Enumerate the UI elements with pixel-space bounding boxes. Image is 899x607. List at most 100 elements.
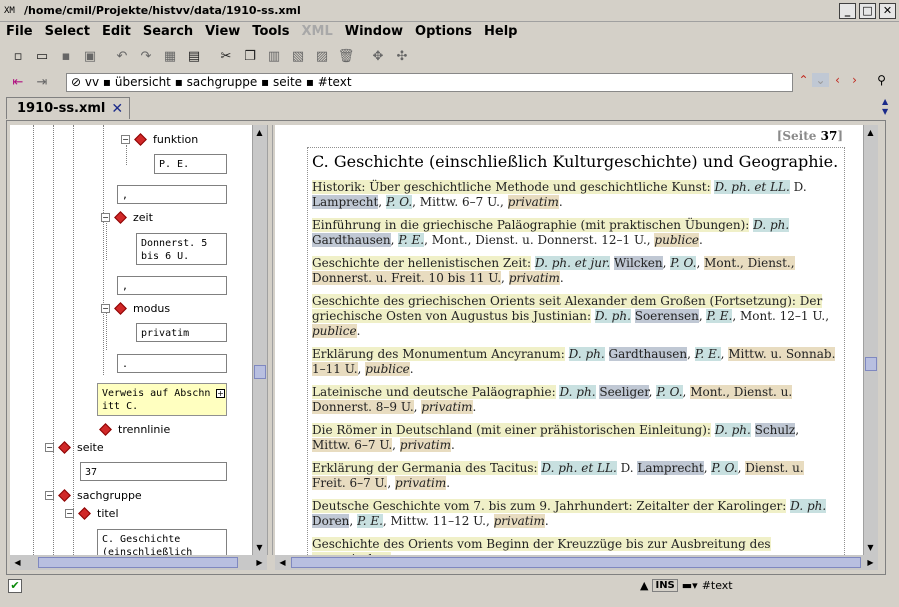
course-entry[interactable]: Einführung in die griechische Paläograph… — [312, 218, 840, 248]
tree-vertical-scrollbar[interactable]: ▲ ▼ — [252, 125, 267, 555]
validate-icon[interactable]: ▦ — [160, 47, 180, 67]
text-node-titel[interactable]: C. Geschichte (einschließlich — [97, 529, 227, 555]
course-entry[interactable]: Geschichte des Orients vom Beginn der Kr… — [312, 537, 840, 555]
pane-splitter[interactable] — [267, 125, 273, 555]
paste-after-icon[interactable]: ▨ — [312, 47, 332, 67]
path-navigation: ⌃ ⌄ ‹ › ⚲ — [795, 73, 890, 87]
scroll-right-icon[interactable]: ▶ — [253, 556, 266, 569]
text-node-zeit[interactable]: Donnerst. 5 bis 6 U. — [136, 233, 227, 265]
cut-icon[interactable]: ✂ — [216, 47, 236, 67]
tree-horizontal-scrollbar[interactable]: ◀ ▶ — [10, 555, 267, 570]
course-entry[interactable]: Die Römer in Deutschland (mit einer präh… — [312, 423, 840, 453]
text-node-funktion[interactable]: P. E. — [154, 154, 227, 174]
collapse-icon[interactable]: − — [121, 135, 130, 144]
menu-search[interactable]: Search — [137, 24, 199, 39]
nav-right-icon[interactable]: › — [846, 73, 863, 87]
course-entry[interactable]: Erklärung der Germania des Tacitus: D. p… — [312, 461, 840, 491]
text-node-period[interactable]: . — [117, 354, 227, 373]
expand-icon[interactable]: + — [216, 389, 225, 398]
collapse-icon[interactable]: − — [45, 491, 54, 500]
save-all-icon[interactable]: ▣ — [80, 47, 100, 67]
text-node-comma[interactable]: , — [117, 185, 227, 204]
delete-icon[interactable]: 🗑 — [336, 47, 356, 67]
document-horizontal-scrollbar[interactable]: ◀ ▶ — [275, 555, 878, 570]
menu-tools[interactable]: Tools — [246, 24, 295, 39]
open-file-icon[interactable]: ▭ — [32, 47, 52, 67]
minimize-button[interactable]: _ — [839, 2, 856, 19]
scroll-down-icon[interactable]: ▼ — [864, 541, 877, 554]
styled-document-view[interactable]: [Seite 37] C. Geschichte (einschließlich… — [275, 125, 863, 555]
section-heading[interactable]: C. Geschichte (einschließlich Kulturgesc… — [312, 152, 840, 172]
course-entry[interactable]: Deutsche Geschichte vom 7. bis zum 9. Ja… — [312, 499, 840, 529]
collapse-icon[interactable]: − — [65, 509, 74, 518]
tree-node-seite[interactable]: − seite — [45, 441, 104, 454]
scroll-thumb[interactable] — [865, 357, 877, 371]
menu-window[interactable]: Window — [339, 24, 409, 39]
course-entry[interactable]: Geschichte des griechischen Orients seit… — [312, 294, 840, 339]
menu-xml[interactable]: XML — [296, 24, 339, 39]
element-path-field[interactable]: ⊘ vv ▪ übersicht ▪ sachgruppe ▪ seite ▪ … — [66, 73, 793, 92]
undo-icon[interactable]: ↶ — [112, 47, 132, 67]
collapse-icon[interactable]: − — [45, 443, 54, 452]
course-entry[interactable]: Lateinische und deutsche Paläographie: D… — [312, 385, 840, 415]
collapse-icon[interactable]: − — [101, 304, 110, 313]
menu-help[interactable]: Help — [478, 24, 523, 39]
scroll-up-icon[interactable]: ▲ — [640, 579, 648, 592]
scroll-down-icon[interactable]: ▼ — [253, 541, 266, 554]
tree-view[interactable]: − funktion P. E. , − zeit Donnerst. 5 bis … — [10, 125, 252, 555]
text-node-comma[interactable]: , — [117, 276, 227, 295]
tree-node-zeit[interactable]: − zeit — [101, 211, 153, 224]
collapse-icon[interactable]: − — [101, 213, 110, 222]
scroll-thumb[interactable] — [254, 365, 266, 379]
forward-icon[interactable]: ⇥ — [32, 73, 52, 93]
scroll-left-icon[interactable]: ◀ — [276, 556, 289, 569]
insert-icon[interactable]: ✥ — [368, 47, 388, 67]
nav-up-icon[interactable]: ⌃ — [795, 73, 812, 87]
tree-node-titel[interactable]: − titel — [65, 507, 119, 520]
menu-file[interactable]: File — [0, 24, 39, 39]
tree-node-sachgruppe[interactable]: − sachgruppe — [45, 489, 142, 502]
back-icon[interactable]: ⇤ — [8, 73, 28, 93]
menu-edit[interactable]: Edit — [96, 24, 137, 39]
nav-down-icon[interactable]: ⌄ — [812, 73, 829, 87]
node-label: zeit — [133, 211, 153, 224]
scroll-right-icon[interactable]: ▶ — [864, 556, 877, 569]
clipboard-icon[interactable]: ▬▾ — [682, 579, 698, 592]
tree-node-trennlinie[interactable]: trennlinie — [99, 423, 170, 436]
course-entry[interactable]: Geschichte der hellenistischen Zeit: D. … — [312, 256, 840, 286]
scroll-left-icon[interactable]: ◀ — [11, 556, 24, 569]
tree-node-funktion[interactable]: − funktion — [121, 133, 198, 146]
maximize-button[interactable]: □ — [859, 2, 876, 19]
insert-mode-indicator[interactable]: INS — [652, 579, 678, 592]
tree-node-modus[interactable]: − modus — [101, 302, 170, 315]
paste-before-icon[interactable]: ▥ — [264, 47, 284, 67]
close-button[interactable]: ✕ — [879, 2, 896, 19]
comment-node-verweis[interactable]: Verweis auf Abschn itt C. — [97, 383, 227, 416]
tab-1910-ss-xml[interactable]: 1910-ss.xml ✕ — [6, 97, 131, 119]
document-content[interactable]: C. Geschichte (einschließlich Kulturgesc… — [307, 147, 845, 555]
tab-scroll-arrows[interactable]: ▲ ▼ — [882, 97, 888, 117]
scroll-up-icon[interactable]: ▲ — [864, 126, 877, 139]
menu-select[interactable]: Select — [39, 24, 96, 39]
scroll-thumb[interactable] — [38, 557, 238, 568]
scroll-thumb[interactable] — [291, 557, 861, 568]
course-entry[interactable]: Erklärung des Monumentum Ancyranum: D. p… — [312, 347, 840, 377]
validation-status-icon[interactable]: ✔ — [8, 579, 22, 593]
redo-icon[interactable]: ↷ — [136, 47, 156, 67]
editor-icon[interactable]: ▤ — [184, 47, 204, 67]
copy-icon[interactable]: ❐ — [240, 47, 260, 67]
save-icon[interactable]: ▪ — [56, 47, 76, 67]
text-node-seite[interactable]: 37 — [80, 462, 227, 481]
paste-icon[interactable]: ▧ — [288, 47, 308, 67]
document-vertical-scrollbar[interactable]: ▲ ▼ — [863, 125, 878, 555]
scroll-up-icon[interactable]: ▲ — [253, 126, 266, 139]
move-icon[interactable]: ✣ — [392, 47, 412, 67]
course-entry[interactable]: Historik: Über geschichtliche Methode un… — [312, 180, 840, 210]
menu-options[interactable]: Options — [409, 24, 478, 39]
nav-left-icon[interactable]: ‹ — [829, 73, 846, 87]
text-node-modus[interactable]: privatim — [136, 323, 227, 342]
close-tab-icon[interactable]: ✕ — [111, 99, 123, 119]
search-icon[interactable]: ⚲ — [873, 73, 890, 87]
menu-view[interactable]: View — [199, 24, 246, 39]
new-file-icon[interactable]: ▫ — [8, 47, 28, 67]
